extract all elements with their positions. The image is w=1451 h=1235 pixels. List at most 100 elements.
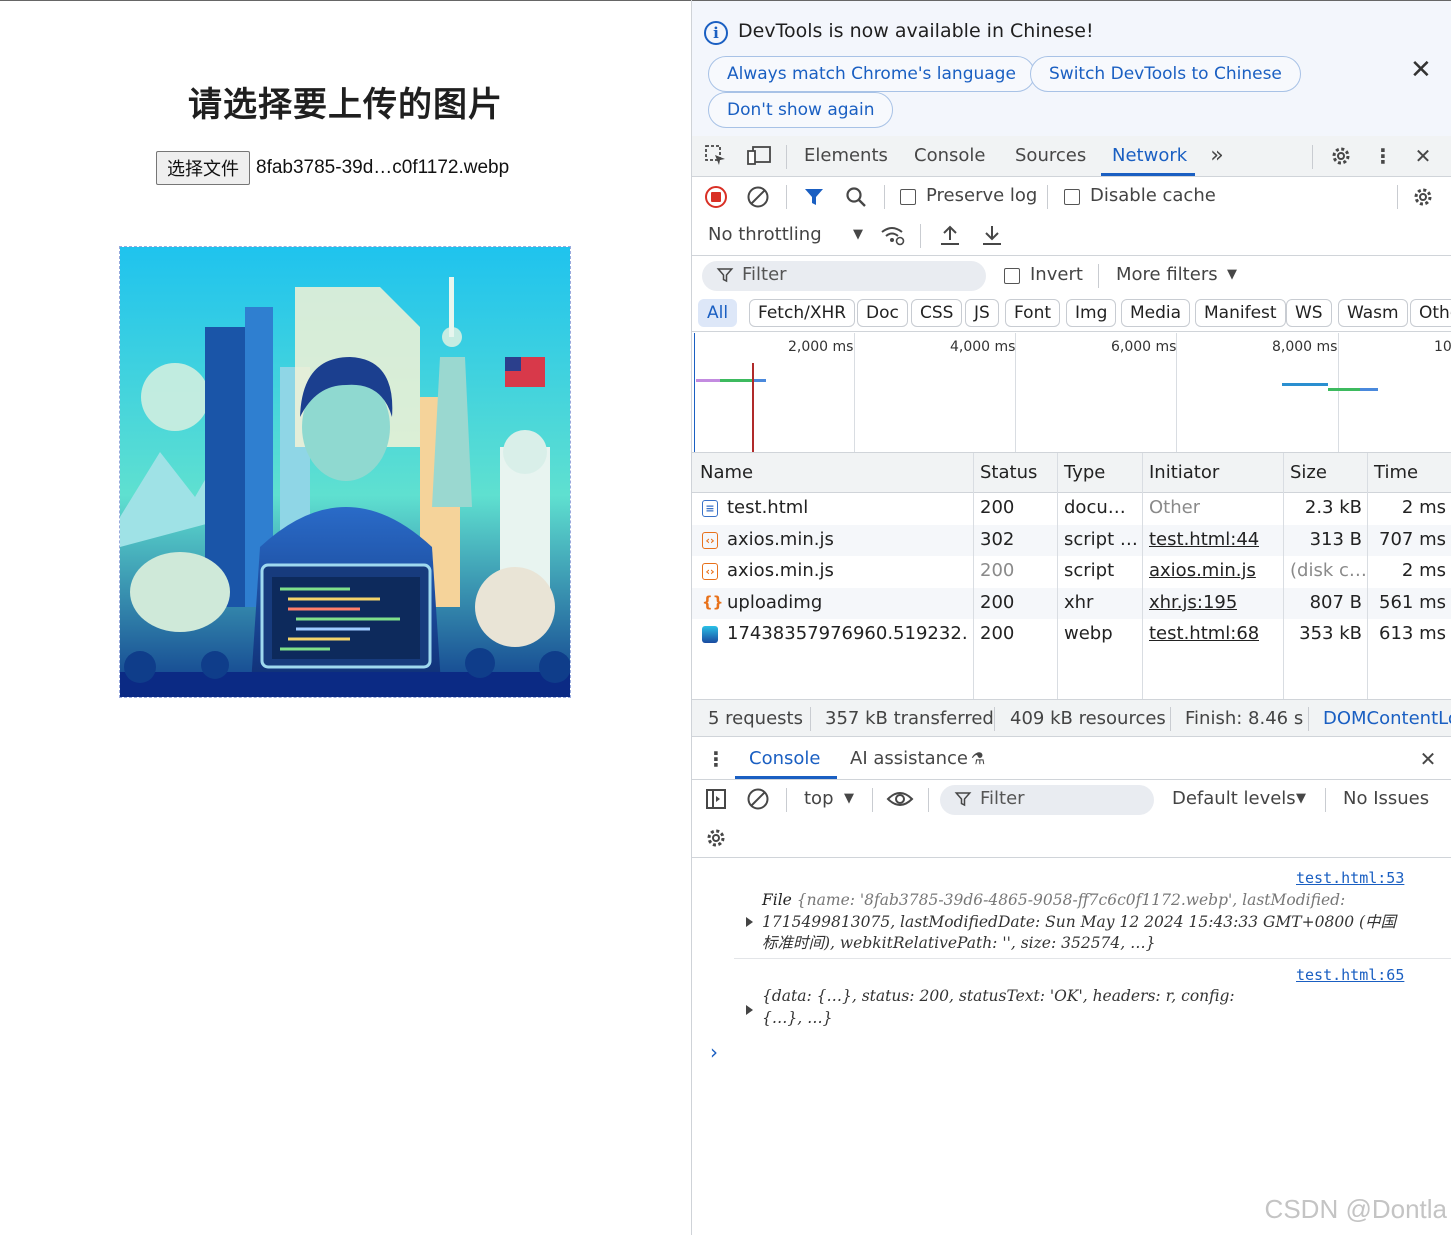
throttling-select[interactable]: No throttling <box>708 224 822 245</box>
drawer-tab-ai-assistance[interactable]: AI assistance <box>850 748 968 769</box>
console-source-link[interactable]: test.html:53 <box>1296 869 1404 887</box>
table-row[interactable]: ‹› axios.min.js 302 script … test.html:4… <box>692 524 1451 556</box>
tab-sources[interactable]: Sources <box>1015 145 1086 166</box>
table-row[interactable]: ‹› axios.min.js 200 script axios.min.js … <box>692 556 1451 588</box>
request-initiator-link[interactable]: test.html:44 <box>1149 529 1259 550</box>
record-stop-icon[interactable] <box>704 185 728 209</box>
device-toolbar-icon[interactable] <box>746 144 771 168</box>
export-har-icon[interactable] <box>980 223 1004 247</box>
request-time: 561 ms <box>1379 591 1446 613</box>
console-toolbar-secondary <box>692 820 1451 858</box>
preserve-log-checkbox[interactable] <box>900 189 916 205</box>
console-line: 标准时间), webkitRelativePath: '', size: 352… <box>762 934 1156 952</box>
request-initiator-link[interactable]: axios.min.js <box>1149 560 1256 581</box>
request-time: 707 ms <box>1379 528 1446 550</box>
tab-network[interactable]: Network <box>1112 145 1187 166</box>
inspect-element-icon[interactable] <box>704 144 728 168</box>
table-row[interactable]: {} uploadimg 200 xhr xhr.js:195 807 B 56… <box>692 587 1451 619</box>
type-filter-other[interactable]: Othe <box>1410 299 1451 327</box>
dont-show-again-button[interactable]: Don't show again <box>708 92 894 128</box>
console-message-response[interactable]: {data: {…}, status: 200, statusText: 'OK… <box>762 986 1442 1029</box>
network-summary-bar: 5 requests 357 kB transferred 409 kB res… <box>692 699 1451 737</box>
disable-cache-checkbox[interactable] <box>1064 189 1080 205</box>
page-title: 请选择要上传的图片 <box>188 85 503 125</box>
request-initiator-link[interactable]: test.html:68 <box>1149 623 1259 644</box>
type-filter-font[interactable]: Font <box>1005 299 1061 327</box>
column-header-size[interactable]: Size <box>1290 462 1327 483</box>
load-event-marker <box>752 363 754 452</box>
close-devtools-icon[interactable]: ✕ <box>1411 144 1435 168</box>
filter-placeholder: Filter <box>980 788 1025 809</box>
expand-triangle-icon[interactable] <box>746 917 753 927</box>
network-conditions-icon[interactable] <box>880 223 905 247</box>
switch-chinese-button[interactable]: Switch DevTools to Chinese <box>1030 56 1301 92</box>
filter-funnel-icon <box>716 266 734 289</box>
type-filter-all[interactable]: All <box>698 299 738 327</box>
tab-console[interactable]: Console <box>914 145 985 166</box>
type-filter-js[interactable]: JS <box>965 299 999 327</box>
type-filter-img[interactable]: Img <box>1066 299 1117 327</box>
clear-console-icon[interactable] <box>746 787 770 811</box>
type-filter-css[interactable]: CSS <box>911 299 963 327</box>
request-type: docu… <box>1064 497 1126 518</box>
uploaded-image-preview <box>119 246 571 698</box>
issues-counter[interactable]: No Issues <box>1343 788 1429 809</box>
import-har-icon[interactable] <box>938 223 962 247</box>
more-tabs-icon[interactable]: » <box>1205 144 1229 168</box>
request-size: 2.3 kB <box>1304 497 1362 518</box>
close-drawer-icon[interactable]: ✕ <box>1416 747 1440 771</box>
table-row[interactable]: 17438357976960.519232… 200 webp test.htm… <box>692 619 1451 651</box>
type-filter-fetch-xhr[interactable]: Fetch/XHR <box>749 299 856 327</box>
column-header-name[interactable]: Name <box>700 462 753 483</box>
request-initiator-link[interactable]: xhr.js:195 <box>1149 592 1237 613</box>
watermark: CSDN @Dontla <box>1264 1194 1447 1224</box>
column-header-time[interactable]: Time <box>1374 462 1418 483</box>
type-filter-wasm[interactable]: Wasm <box>1338 299 1408 327</box>
context-selector[interactable]: top <box>804 788 834 809</box>
close-icon[interactable]: ✕ <box>1410 55 1432 85</box>
console-line: 1715499813075, lastModifiedDate: Sun May… <box>762 912 1397 931</box>
choose-file-button[interactable]: 选择文件 <box>156 151 250 185</box>
clear-icon[interactable] <box>746 185 770 209</box>
tab-elements[interactable]: Elements <box>804 145 888 166</box>
more-filters-dropdown[interactable]: More filters <box>1116 264 1218 285</box>
kebab-menu-icon[interactable]: ⋮ <box>1371 144 1395 168</box>
type-filter-manifest[interactable]: Manifest <box>1195 299 1286 327</box>
type-filter-ws[interactable]: WS <box>1286 299 1332 327</box>
drawer-tab-console[interactable]: Console <box>749 748 820 769</box>
console-prompt-chevron-icon[interactable]: › <box>710 1040 718 1064</box>
network-filter-input[interactable]: Filter <box>702 261 986 291</box>
console-source-link[interactable]: test.html:65 <box>1296 966 1404 984</box>
table-row[interactable]: ≡ test.html 200 docu… Other 2.3 kB 2 ms <box>692 493 1451 525</box>
chevron-down-icon: ▼ <box>1296 791 1306 806</box>
request-type: xhr <box>1064 591 1094 613</box>
settings-gear-icon[interactable] <box>1329 144 1353 168</box>
column-header-initiator[interactable]: Initiator <box>1149 462 1219 483</box>
console-message-file[interactable]: File {name: '8fab3785-39d6-4865-9058-ff7… <box>762 890 1442 955</box>
live-expression-eye-icon[interactable] <box>886 787 914 811</box>
console-filter-input[interactable]: Filter <box>940 785 1154 815</box>
network-toolbar: Preserve log Disable cache <box>692 177 1451 217</box>
expand-triangle-icon[interactable] <box>746 1005 753 1015</box>
sidebar-toggle-icon[interactable] <box>704 787 728 811</box>
search-icon[interactable] <box>844 185 868 209</box>
match-language-button[interactable]: Always match Chrome's language <box>708 56 1035 92</box>
request-size: 313 B <box>1309 528 1362 550</box>
type-filter-doc[interactable]: Doc <box>857 299 908 327</box>
timeline-bar <box>1282 383 1328 386</box>
request-status: 200 <box>980 497 1015 518</box>
network-settings-gear-icon[interactable] <box>1411 185 1435 209</box>
disable-cache-label: Disable cache <box>1090 185 1216 206</box>
filter-funnel-icon[interactable] <box>802 185 826 209</box>
resource-type-filters: All Fetch/XHR Doc CSS JS Font Img Media … <box>692 296 1451 332</box>
column-header-type[interactable]: Type <box>1064 462 1105 483</box>
document-icon: ≡ <box>702 500 718 517</box>
type-filter-media[interactable]: Media <box>1121 299 1191 327</box>
column-header-status[interactable]: Status <box>980 462 1037 483</box>
console-settings-gear-icon[interactable] <box>704 826 728 850</box>
invert-checkbox[interactable] <box>1004 268 1020 284</box>
drawer-menu-icon[interactable]: ⋮ <box>704 747 728 771</box>
network-overview-timeline[interactable]: 2,000 ms 4,000 ms 6,000 ms 8,000 ms 10 <box>692 333 1451 453</box>
log-levels-dropdown[interactable]: Default levels <box>1172 788 1296 809</box>
request-type: script <box>1064 560 1115 581</box>
